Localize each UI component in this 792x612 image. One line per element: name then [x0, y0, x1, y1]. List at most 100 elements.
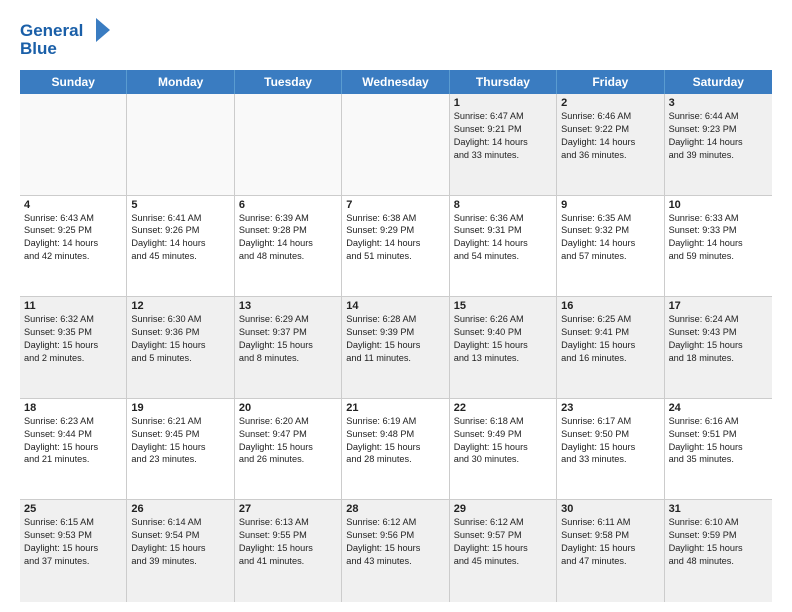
day-cell-29: 29Sunrise: 6:12 AMSunset: 9:57 PMDayligh… [450, 500, 557, 602]
day-number: 28 [346, 503, 444, 515]
day-number: 7 [346, 199, 444, 211]
day-cell-24: 24Sunrise: 6:16 AMSunset: 9:51 PMDayligh… [665, 399, 772, 500]
day-info: Sunrise: 6:16 AMSunset: 9:51 PMDaylight:… [669, 415, 768, 467]
day-number: 12 [131, 300, 229, 312]
week-row-3: 11Sunrise: 6:32 AMSunset: 9:35 PMDayligh… [20, 297, 772, 399]
day-number: 25 [24, 503, 122, 515]
day-cell-25: 25Sunrise: 6:15 AMSunset: 9:53 PMDayligh… [20, 500, 127, 602]
day-info: Sunrise: 6:13 AMSunset: 9:55 PMDaylight:… [239, 516, 337, 568]
empty-cell [235, 94, 342, 195]
day-cell-16: 16Sunrise: 6:25 AMSunset: 9:41 PMDayligh… [557, 297, 664, 398]
day-cell-12: 12Sunrise: 6:30 AMSunset: 9:36 PMDayligh… [127, 297, 234, 398]
day-info: Sunrise: 6:26 AMSunset: 9:40 PMDaylight:… [454, 313, 552, 365]
day-header-tuesday: Tuesday [235, 70, 342, 94]
day-info: Sunrise: 6:29 AMSunset: 9:37 PMDaylight:… [239, 313, 337, 365]
day-info: Sunrise: 6:25 AMSunset: 9:41 PMDaylight:… [561, 313, 659, 365]
day-header-sunday: Sunday [20, 70, 127, 94]
day-info: Sunrise: 6:11 AMSunset: 9:58 PMDaylight:… [561, 516, 659, 568]
empty-cell [20, 94, 127, 195]
day-number: 26 [131, 503, 229, 515]
day-info: Sunrise: 6:19 AMSunset: 9:48 PMDaylight:… [346, 415, 444, 467]
day-info: Sunrise: 6:32 AMSunset: 9:35 PMDaylight:… [24, 313, 122, 365]
day-info: Sunrise: 6:21 AMSunset: 9:45 PMDaylight:… [131, 415, 229, 467]
day-cell-1: 1Sunrise: 6:47 AMSunset: 9:21 PMDaylight… [450, 94, 557, 195]
week-row-2: 4Sunrise: 6:43 AMSunset: 9:25 PMDaylight… [20, 196, 772, 298]
day-info: Sunrise: 6:12 AMSunset: 9:57 PMDaylight:… [454, 516, 552, 568]
empty-cell [127, 94, 234, 195]
day-info: Sunrise: 6:24 AMSunset: 9:43 PMDaylight:… [669, 313, 768, 365]
day-cell-27: 27Sunrise: 6:13 AMSunset: 9:55 PMDayligh… [235, 500, 342, 602]
week-row-1: 1Sunrise: 6:47 AMSunset: 9:21 PMDaylight… [20, 94, 772, 196]
day-number: 18 [24, 402, 122, 414]
day-number: 13 [239, 300, 337, 312]
day-info: Sunrise: 6:10 AMSunset: 9:59 PMDaylight:… [669, 516, 768, 568]
week-row-4: 18Sunrise: 6:23 AMSunset: 9:44 PMDayligh… [20, 399, 772, 501]
day-cell-10: 10Sunrise: 6:33 AMSunset: 9:33 PMDayligh… [665, 196, 772, 297]
day-cell-13: 13Sunrise: 6:29 AMSunset: 9:37 PMDayligh… [235, 297, 342, 398]
day-number: 30 [561, 503, 659, 515]
day-cell-17: 17Sunrise: 6:24 AMSunset: 9:43 PMDayligh… [665, 297, 772, 398]
day-cell-23: 23Sunrise: 6:17 AMSunset: 9:50 PMDayligh… [557, 399, 664, 500]
day-info: Sunrise: 6:28 AMSunset: 9:39 PMDaylight:… [346, 313, 444, 365]
day-info: Sunrise: 6:47 AMSunset: 9:21 PMDaylight:… [454, 110, 552, 162]
day-number: 9 [561, 199, 659, 211]
day-cell-3: 3Sunrise: 6:44 AMSunset: 9:23 PMDaylight… [665, 94, 772, 195]
day-number: 29 [454, 503, 552, 515]
day-header-friday: Friday [557, 70, 664, 94]
header: General Blue [20, 16, 772, 60]
day-number: 2 [561, 97, 659, 109]
day-number: 16 [561, 300, 659, 312]
day-number: 1 [454, 97, 552, 109]
day-number: 11 [24, 300, 122, 312]
calendar-header: SundayMondayTuesdayWednesdayThursdayFrid… [20, 70, 772, 94]
empty-cell [342, 94, 449, 195]
logo-svg: General Blue [20, 16, 110, 60]
day-number: 23 [561, 402, 659, 414]
day-info: Sunrise: 6:35 AMSunset: 9:32 PMDaylight:… [561, 212, 659, 264]
day-number: 3 [669, 97, 768, 109]
day-info: Sunrise: 6:18 AMSunset: 9:49 PMDaylight:… [454, 415, 552, 467]
day-cell-30: 30Sunrise: 6:11 AMSunset: 9:58 PMDayligh… [557, 500, 664, 602]
day-number: 5 [131, 199, 229, 211]
day-cell-2: 2Sunrise: 6:46 AMSunset: 9:22 PMDaylight… [557, 94, 664, 195]
day-cell-22: 22Sunrise: 6:18 AMSunset: 9:49 PMDayligh… [450, 399, 557, 500]
day-cell-21: 21Sunrise: 6:19 AMSunset: 9:48 PMDayligh… [342, 399, 449, 500]
day-info: Sunrise: 6:23 AMSunset: 9:44 PMDaylight:… [24, 415, 122, 467]
day-info: Sunrise: 6:33 AMSunset: 9:33 PMDaylight:… [669, 212, 768, 264]
calendar-body: 1Sunrise: 6:47 AMSunset: 9:21 PMDaylight… [20, 94, 772, 602]
day-header-thursday: Thursday [450, 70, 557, 94]
day-number: 14 [346, 300, 444, 312]
day-cell-20: 20Sunrise: 6:20 AMSunset: 9:47 PMDayligh… [235, 399, 342, 500]
day-cell-18: 18Sunrise: 6:23 AMSunset: 9:44 PMDayligh… [20, 399, 127, 500]
day-cell-15: 15Sunrise: 6:26 AMSunset: 9:40 PMDayligh… [450, 297, 557, 398]
day-cell-31: 31Sunrise: 6:10 AMSunset: 9:59 PMDayligh… [665, 500, 772, 602]
day-cell-5: 5Sunrise: 6:41 AMSunset: 9:26 PMDaylight… [127, 196, 234, 297]
day-info: Sunrise: 6:38 AMSunset: 9:29 PMDaylight:… [346, 212, 444, 264]
day-info: Sunrise: 6:43 AMSunset: 9:25 PMDaylight:… [24, 212, 122, 264]
day-number: 24 [669, 402, 768, 414]
day-cell-19: 19Sunrise: 6:21 AMSunset: 9:45 PMDayligh… [127, 399, 234, 500]
day-info: Sunrise: 6:41 AMSunset: 9:26 PMDaylight:… [131, 212, 229, 264]
svg-text:Blue: Blue [20, 39, 57, 58]
day-cell-14: 14Sunrise: 6:28 AMSunset: 9:39 PMDayligh… [342, 297, 449, 398]
day-number: 22 [454, 402, 552, 414]
day-cell-11: 11Sunrise: 6:32 AMSunset: 9:35 PMDayligh… [20, 297, 127, 398]
day-number: 21 [346, 402, 444, 414]
day-cell-26: 26Sunrise: 6:14 AMSunset: 9:54 PMDayligh… [127, 500, 234, 602]
day-info: Sunrise: 6:44 AMSunset: 9:23 PMDaylight:… [669, 110, 768, 162]
day-info: Sunrise: 6:20 AMSunset: 9:47 PMDaylight:… [239, 415, 337, 467]
day-number: 15 [454, 300, 552, 312]
page: General Blue SundayMondayTuesdayWednesda… [0, 0, 792, 612]
day-info: Sunrise: 6:12 AMSunset: 9:56 PMDaylight:… [346, 516, 444, 568]
day-info: Sunrise: 6:15 AMSunset: 9:53 PMDaylight:… [24, 516, 122, 568]
day-cell-7: 7Sunrise: 6:38 AMSunset: 9:29 PMDaylight… [342, 196, 449, 297]
week-row-5: 25Sunrise: 6:15 AMSunset: 9:53 PMDayligh… [20, 500, 772, 602]
day-header-saturday: Saturday [665, 70, 772, 94]
day-cell-9: 9Sunrise: 6:35 AMSunset: 9:32 PMDaylight… [557, 196, 664, 297]
day-header-monday: Monday [127, 70, 234, 94]
day-number: 27 [239, 503, 337, 515]
day-info: Sunrise: 6:14 AMSunset: 9:54 PMDaylight:… [131, 516, 229, 568]
day-info: Sunrise: 6:46 AMSunset: 9:22 PMDaylight:… [561, 110, 659, 162]
day-number: 10 [669, 199, 768, 211]
day-info: Sunrise: 6:39 AMSunset: 9:28 PMDaylight:… [239, 212, 337, 264]
